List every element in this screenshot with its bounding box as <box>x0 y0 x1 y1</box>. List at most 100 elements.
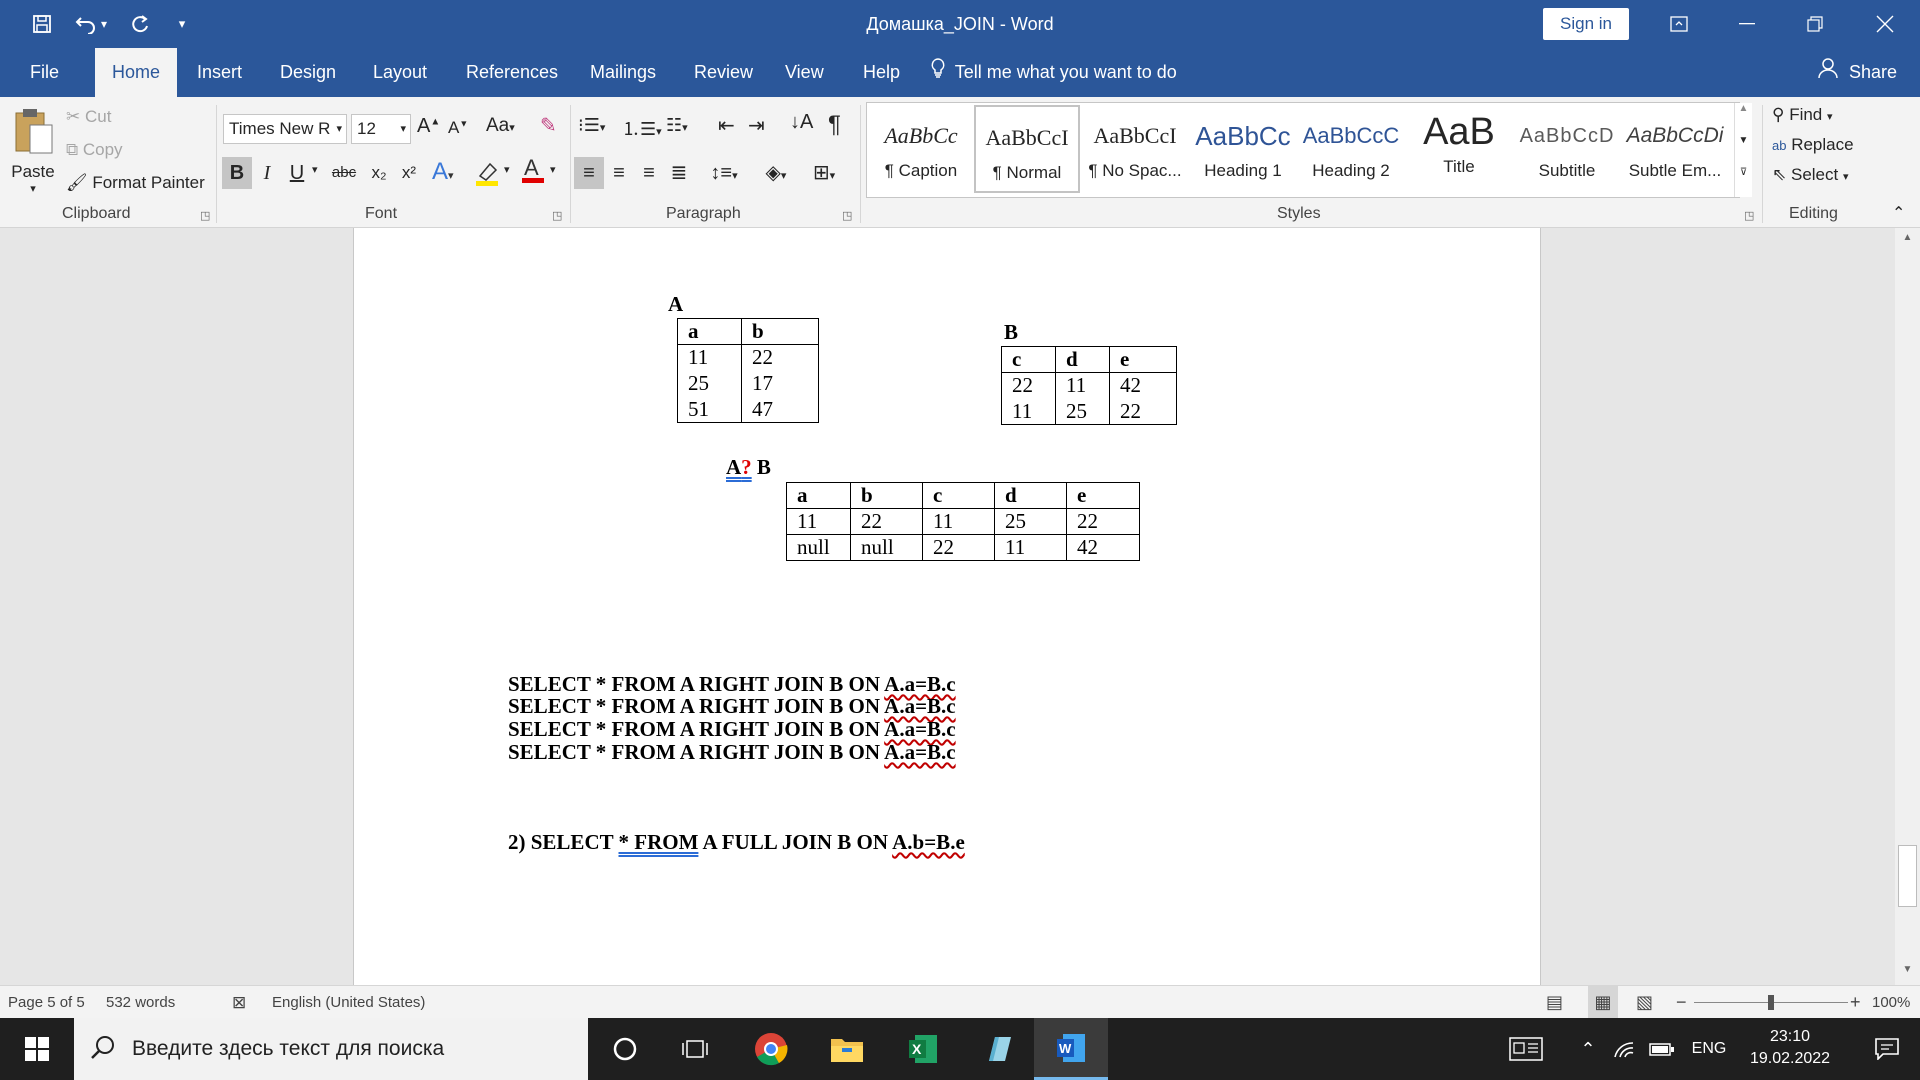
font-launcher-icon[interactable]: ◳ <box>552 209 562 222</box>
replace-button[interactable]: ab Replace <box>1772 135 1854 155</box>
clear-formatting-icon[interactable]: ✎ <box>540 113 557 138</box>
tab-layout[interactable]: Layout <box>361 48 439 97</box>
windows-start-icon[interactable] <box>0 1018 74 1080</box>
paragraph-launcher-icon[interactable]: ◳ <box>842 209 852 222</box>
taskbar-search-box[interactable]: Введите здесь текст для поиска <box>74 1018 588 1080</box>
bullets-icon[interactable]: ⁝☰▾ <box>578 115 605 136</box>
file-explorer-icon[interactable] <box>810 1018 884 1080</box>
tab-review[interactable]: Review <box>682 48 765 97</box>
numbering-icon[interactable]: ⒈☰▾ <box>622 115 662 141</box>
tell-me-search[interactable]: Tell me what you want to do <box>930 48 1177 97</box>
chevron-down-icon[interactable]: ▾ <box>312 163 318 176</box>
tab-references[interactable]: References <box>454 48 570 97</box>
input-language-indicator[interactable]: ENG <box>1680 1018 1738 1080</box>
style-heading-1[interactable]: AaBbCc Heading 1 <box>1190 105 1296 193</box>
style-title[interactable]: AaB Title <box>1406 105 1512 193</box>
tab-mailings[interactable]: Mailings <box>578 48 668 97</box>
style-subtle-emphasis[interactable]: AaBbCcDi Subtle Em... <box>1622 105 1728 193</box>
align-center-icon[interactable]: ≡ <box>604 157 634 189</box>
customize-qat-icon[interactable]: ▾ <box>166 10 198 38</box>
notes-app-icon[interactable] <box>962 1018 1036 1080</box>
chrome-icon[interactable] <box>734 1018 808 1080</box>
align-left-icon[interactable]: ≡ <box>574 157 604 189</box>
justify-icon[interactable]: ≣ <box>664 157 694 189</box>
bold-button[interactable]: B <box>222 157 252 189</box>
grow-font-button[interactable]: A▲ <box>417 115 440 138</box>
italic-button[interactable]: I <box>252 157 282 189</box>
sort-icon[interactable]: ↓A <box>790 111 813 134</box>
notifications-icon[interactable] <box>1854 1018 1920 1080</box>
align-right-icon[interactable]: ≡ <box>634 157 664 189</box>
tab-file[interactable]: File <box>18 48 71 97</box>
styles-more-icon[interactable]: ⊽ <box>1734 167 1752 197</box>
close-icon[interactable] <box>1850 0 1920 48</box>
share-button[interactable]: Share <box>1818 48 1897 97</box>
zoom-slider[interactable] <box>1694 986 1848 1019</box>
underline-button[interactable]: U <box>282 157 312 189</box>
save-icon[interactable] <box>26 10 58 38</box>
ribbon-display-options-icon[interactable] <box>1644 0 1714 48</box>
style-no-spacing[interactable]: AaBbCcI ¶ No Spac... <box>1082 105 1188 193</box>
select-button[interactable]: ⇖ Select ▾ <box>1772 165 1849 185</box>
subscript-button[interactable]: x₂ <box>364 157 394 189</box>
style-heading-2[interactable]: AaBbCcC Heading 2 <box>1298 105 1404 193</box>
styles-scroll-down-icon[interactable]: ▼ <box>1734 135 1752 167</box>
undo-dropdown-icon[interactable]: ▾ <box>96 10 112 38</box>
print-layout-icon[interactable]: ▦ <box>1588 986 1618 1019</box>
show-formatting-marks-icon[interactable]: ¶ <box>828 111 841 139</box>
zoom-out-icon[interactable]: − <box>1676 986 1687 1019</box>
font-color-icon[interactable]: A <box>520 155 546 190</box>
strikethrough-button[interactable]: abc <box>326 157 362 189</box>
font-size-box[interactable]: 12 ▾ <box>351 114 411 144</box>
style-subtitle[interactable]: AaBbCcD Subtitle <box>1514 105 1620 193</box>
line-spacing-icon[interactable]: ↕≡▾ <box>704 157 744 189</box>
borders-icon[interactable]: ⊞▾ <box>804 157 844 189</box>
word-taskbar-icon[interactable]: W <box>1034 1018 1108 1080</box>
cut-button[interactable]: ✂ Cut <box>66 107 111 127</box>
chevron-up-icon[interactable]: ⌃ <box>1568 1018 1608 1080</box>
shading-icon[interactable]: ◈▾ <box>756 157 796 189</box>
increase-indent-icon[interactable]: ⇥ <box>748 113 765 138</box>
collapse-ribbon-icon[interactable]: ⌃ <box>1892 203 1905 223</box>
tab-view[interactable]: View <box>773 48 836 97</box>
web-layout-icon[interactable]: ▧ <box>1636 986 1653 1019</box>
scroll-up-icon[interactable]: ▲ <box>1895 232 1920 243</box>
minimize-icon[interactable] <box>1712 0 1782 48</box>
redo-icon[interactable] <box>124 10 156 38</box>
scroll-down-icon[interactable]: ▼ <box>1895 964 1920 975</box>
zoom-level[interactable]: 100% <box>1872 986 1910 1019</box>
decrease-indent-icon[interactable]: ⇤ <box>718 113 735 138</box>
task-view-icon[interactable] <box>658 1018 732 1080</box>
tab-design[interactable]: Design <box>268 48 348 97</box>
wifi-icon[interactable] <box>1604 1018 1644 1080</box>
clipboard-launcher-icon[interactable]: ◳ <box>200 209 210 222</box>
news-widget-icon[interactable] <box>1498 1018 1554 1080</box>
multilevel-list-icon[interactable]: ☷▾ <box>666 115 688 136</box>
font-name-box[interactable]: Times New R ▾ <box>223 114 347 144</box>
shrink-font-button[interactable]: A▼ <box>448 118 468 138</box>
word-count[interactable]: 532 words <box>106 986 175 1019</box>
text-effects-icon[interactable]: A▾ <box>432 158 454 186</box>
scrollbar-thumb[interactable] <box>1898 845 1917 907</box>
tab-home[interactable]: Home <box>95 48 177 97</box>
tab-help[interactable]: Help <box>851 48 912 97</box>
paste-button[interactable]: Paste ▾ <box>10 107 56 207</box>
format-painter-button[interactable]: 🖌 Format Painter <box>66 173 205 193</box>
restore-icon[interactable] <box>1780 0 1850 48</box>
zoom-thumb[interactable] <box>1768 995 1774 1010</box>
copy-button[interactable]: ⧉ Copy <box>66 140 123 160</box>
cortana-icon[interactable] <box>588 1018 662 1080</box>
style-caption[interactable]: AaBbCc ¶ Caption <box>868 105 974 193</box>
proofing-icon[interactable]: ⊠ <box>232 986 246 1019</box>
change-case-button[interactable]: Aa▾ <box>486 115 515 137</box>
superscript-button[interactable]: x² <box>394 157 424 189</box>
highlight-color-icon[interactable] <box>474 160 502 191</box>
chevron-down-icon[interactable]: ▾ <box>550 163 556 176</box>
page-count[interactable]: Page 5 of 5 <box>8 986 85 1019</box>
zoom-in-icon[interactable]: + <box>1850 986 1861 1019</box>
chevron-down-icon[interactable]: ▾ <box>504 163 510 176</box>
document-page[interactable]: A a b 11 22 25 17 51 47 B c d e 22 11 42… <box>353 228 1541 985</box>
tab-insert[interactable]: Insert <box>185 48 254 97</box>
read-mode-icon[interactable]: ▤ <box>1546 986 1563 1019</box>
clock[interactable]: 23:10 19.02.2022 <box>1740 1026 1840 1070</box>
